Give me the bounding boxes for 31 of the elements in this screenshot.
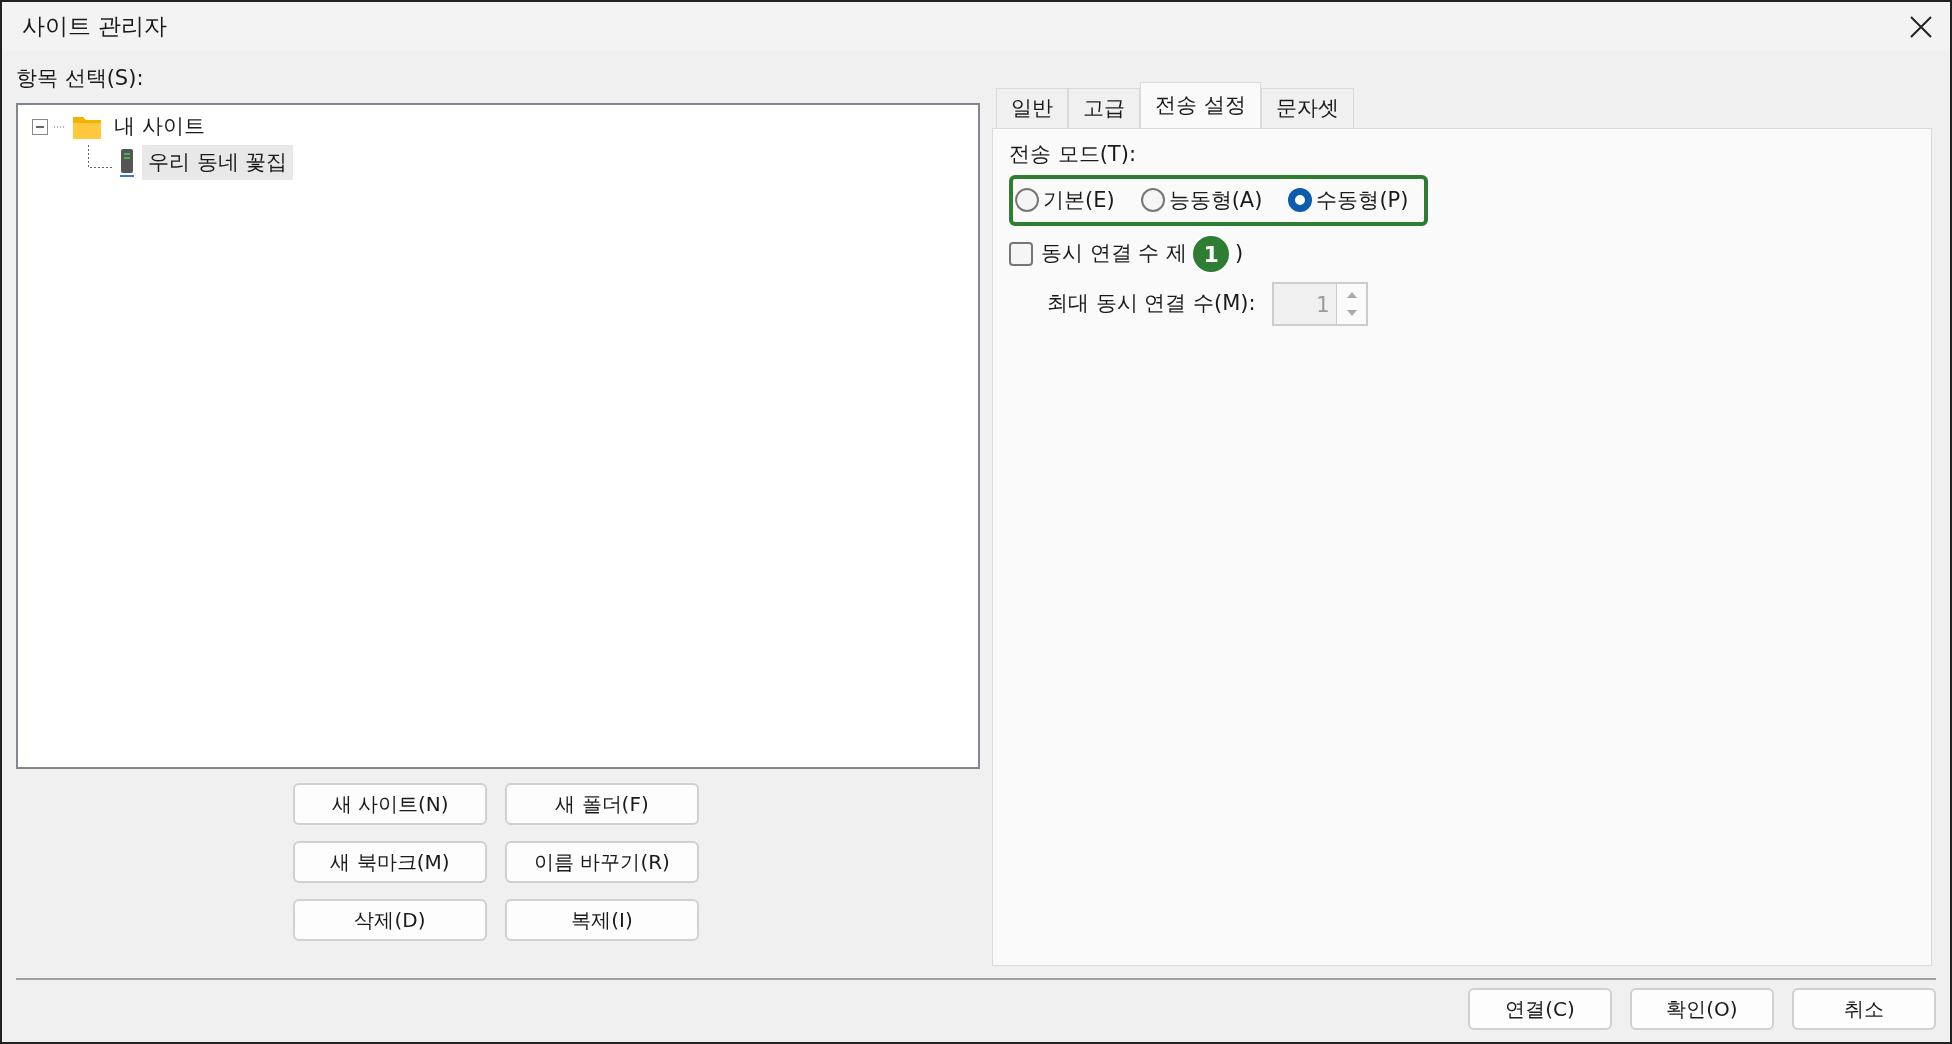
site-button[interactable]: 이름 바꾸기(R) <box>505 840 699 883</box>
radio-button[interactable] <box>1288 188 1313 213</box>
site-button[interactable]: 새 북마크(M) <box>293 840 487 883</box>
radio-button[interactable] <box>1140 188 1165 213</box>
tab[interactable]: 문자셋 <box>1260 88 1354 128</box>
dialog-button[interactable]: 연결(C) <box>1468 988 1612 1030</box>
close-icon[interactable] <box>1910 15 1932 38</box>
server-icon <box>118 147 136 178</box>
tree-item[interactable]: 내 사이트 <box>108 108 211 145</box>
radio-label[interactable]: 기본(E) <box>1043 184 1115 216</box>
tab[interactable]: 일반 <box>996 88 1068 128</box>
callout-badge: 1 <box>1191 234 1232 274</box>
tab[interactable]: 고급 <box>1068 88 1140 128</box>
tree-item[interactable]: 우리 동네 꽃집 <box>142 144 294 181</box>
radio-label[interactable]: 수동형(P) <box>1316 184 1409 216</box>
window-title: 사이트 관리자 <box>22 12 168 42</box>
tree-line <box>54 124 66 129</box>
site-button[interactable]: 새 사이트(N) <box>293 782 487 825</box>
tab[interactable]: 전송 설정 <box>1140 82 1261 128</box>
tree-label: 항목 선택(S): <box>16 65 145 92</box>
site-button[interactable]: 복제(I) <box>505 898 699 941</box>
transfer-mode-label: 전송 모드(T): <box>1009 141 1137 168</box>
dialog-button[interactable]: 취소 <box>1792 988 1936 1030</box>
radio-label[interactable]: 능동형(A) <box>1168 184 1263 216</box>
site-button[interactable]: 새 폴더(F) <box>505 782 699 825</box>
tree-line <box>88 144 112 168</box>
radio-button[interactable] <box>1015 188 1039 213</box>
max-connections-label: 최대 동시 연결 수(M): <box>1047 290 1256 318</box>
site-button[interactable]: 삭제(D) <box>293 898 487 941</box>
collapse-icon[interactable] <box>32 118 48 135</box>
dialog-button[interactable]: 확인(O) <box>1630 988 1774 1030</box>
